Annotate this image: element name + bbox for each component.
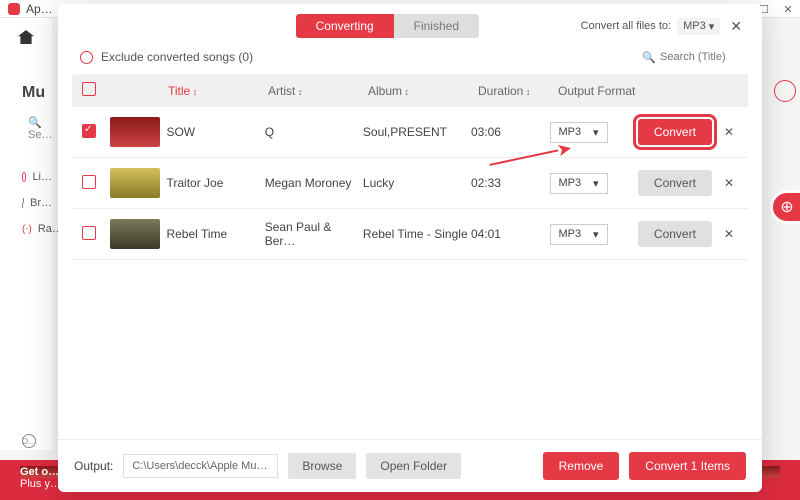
nav-listen[interactable]: Li… (22, 171, 52, 183)
select-all-checkbox[interactable] (82, 82, 96, 96)
home-icon[interactable] (18, 30, 34, 44)
bg-search-hint[interactable]: 🔍 Se… (28, 116, 52, 141)
format-select[interactable]: MP3▾ (550, 224, 608, 245)
song-artist: Sean Paul & Ber… (265, 220, 363, 248)
song-artist: Q (265, 125, 363, 139)
song-title: SOW (166, 125, 264, 139)
song-album: Rebel Time - Single (363, 227, 471, 241)
apple-music-logo: Mu (0, 84, 52, 102)
grid-icon (22, 198, 24, 208)
tab-converting[interactable]: Converting (296, 14, 394, 38)
avatar[interactable] (774, 80, 796, 102)
search-box[interactable]: 🔍 (642, 51, 740, 64)
convert-items-button[interactable]: Convert 1 Items (629, 452, 746, 480)
song-album: Lucky (363, 176, 471, 190)
tabs: Converting Finished (296, 14, 479, 38)
chevron-down-icon: ▾ (593, 228, 599, 241)
remove-row-button[interactable]: ✕ (720, 125, 738, 139)
convert-button[interactable]: Convert (638, 119, 712, 145)
album-art (110, 168, 160, 198)
song-table: Title Artist Album Duration Output Forma… (58, 74, 762, 439)
album-art (110, 219, 160, 249)
table-row: SOWQSoul,PRESENT03:06MP3▾ Convert ✕ (72, 107, 748, 158)
header-artist[interactable]: Artist (268, 84, 368, 98)
row-checkbox[interactable] (82, 226, 96, 240)
add-fab[interactable]: ⊕ (770, 190, 800, 224)
song-duration: 02:33 (471, 176, 550, 190)
chevron-down-icon: ▾ (593, 177, 599, 190)
toolbar-row: Exclude converted songs (0) 🔍 (58, 44, 762, 74)
format-select[interactable]: MP3▾ (550, 173, 608, 194)
table-row: Rebel TimeSean Paul & Ber…Rebel Time - S… (72, 209, 748, 260)
radio-unchecked-icon (80, 51, 93, 64)
remove-button[interactable]: Remove (543, 452, 620, 480)
play-icon (22, 172, 26, 182)
bg-sidebar: Mu 🔍 Se… Li… Br… (⋅)Ra… (0, 18, 52, 450)
modal-close-button[interactable]: ✕ (726, 18, 746, 35)
browse-button[interactable]: Browse (288, 453, 356, 479)
search-icon: 🔍 (642, 51, 656, 64)
chevron-down-icon: ▾ (709, 20, 715, 33)
format-select[interactable]: MP3▾ (550, 122, 608, 143)
convert-all-label: Convert all files to: (581, 20, 671, 32)
convert-all-select[interactable]: MP3 ▾ (677, 18, 720, 35)
table-header: Title Artist Album Duration Output Forma… (72, 74, 748, 107)
convert-button[interactable]: Convert (638, 221, 712, 247)
nav-browse[interactable]: Br… (22, 197, 52, 209)
search-input[interactable] (660, 51, 740, 63)
song-title: Rebel Time (166, 227, 264, 241)
open-folder-button[interactable]: Open Folder (366, 453, 461, 479)
chevron-down-icon: ▾ (593, 126, 599, 139)
output-label: Output: (74, 459, 113, 473)
app-title-trunc: Ap… (26, 2, 53, 16)
close-window-icon[interactable]: ✕ (776, 0, 800, 18)
convert-all-control: Convert all files to: MP3 ▾ ✕ (581, 18, 746, 35)
row-checkbox[interactable] (82, 124, 96, 138)
exclude-toggle[interactable]: Exclude converted songs (0) (80, 50, 253, 64)
bg-nav: Li… Br… (⋅)Ra… (0, 171, 52, 235)
song-album: Soul,PRESENT (363, 125, 471, 139)
tab-finished[interactable]: Finished (394, 14, 479, 38)
table-row: Traitor JoeMegan MoroneyLucky02:33MP3▾ Co… (72, 158, 748, 209)
modal-header: Converting Finished Convert all files to… (58, 4, 762, 44)
song-title: Traitor Joe (166, 176, 264, 190)
nav-radio[interactable]: (⋅)Ra… (22, 223, 52, 235)
modal-footer: Output: C:\Users\decck\Apple Music… Brow… (58, 439, 762, 492)
header-output-format: Output Format (558, 84, 648, 98)
output-path-field[interactable]: C:\Users\decck\Apple Music… (123, 454, 278, 478)
header-title[interactable]: Title (168, 84, 268, 98)
row-checkbox[interactable] (82, 175, 96, 189)
bg-right: ⊕ (770, 80, 800, 192)
convert-button[interactable]: Convert (638, 170, 712, 196)
song-duration: 03:06 (471, 125, 550, 139)
app-icon (8, 3, 20, 15)
converter-modal: Converting Finished Convert all files to… (58, 4, 762, 492)
remove-row-button[interactable]: ✕ (720, 227, 738, 241)
remove-row-button[interactable]: ✕ (720, 176, 738, 190)
song-duration: 04:01 (471, 227, 550, 241)
header-album[interactable]: Album (368, 84, 478, 98)
album-art (110, 117, 160, 147)
radio-icon: (⋅) (22, 224, 32, 235)
song-artist: Megan Moroney (265, 176, 363, 190)
header-duration[interactable]: Duration (478, 84, 558, 98)
bg-footer-icon[interactable]: O… (22, 434, 36, 448)
